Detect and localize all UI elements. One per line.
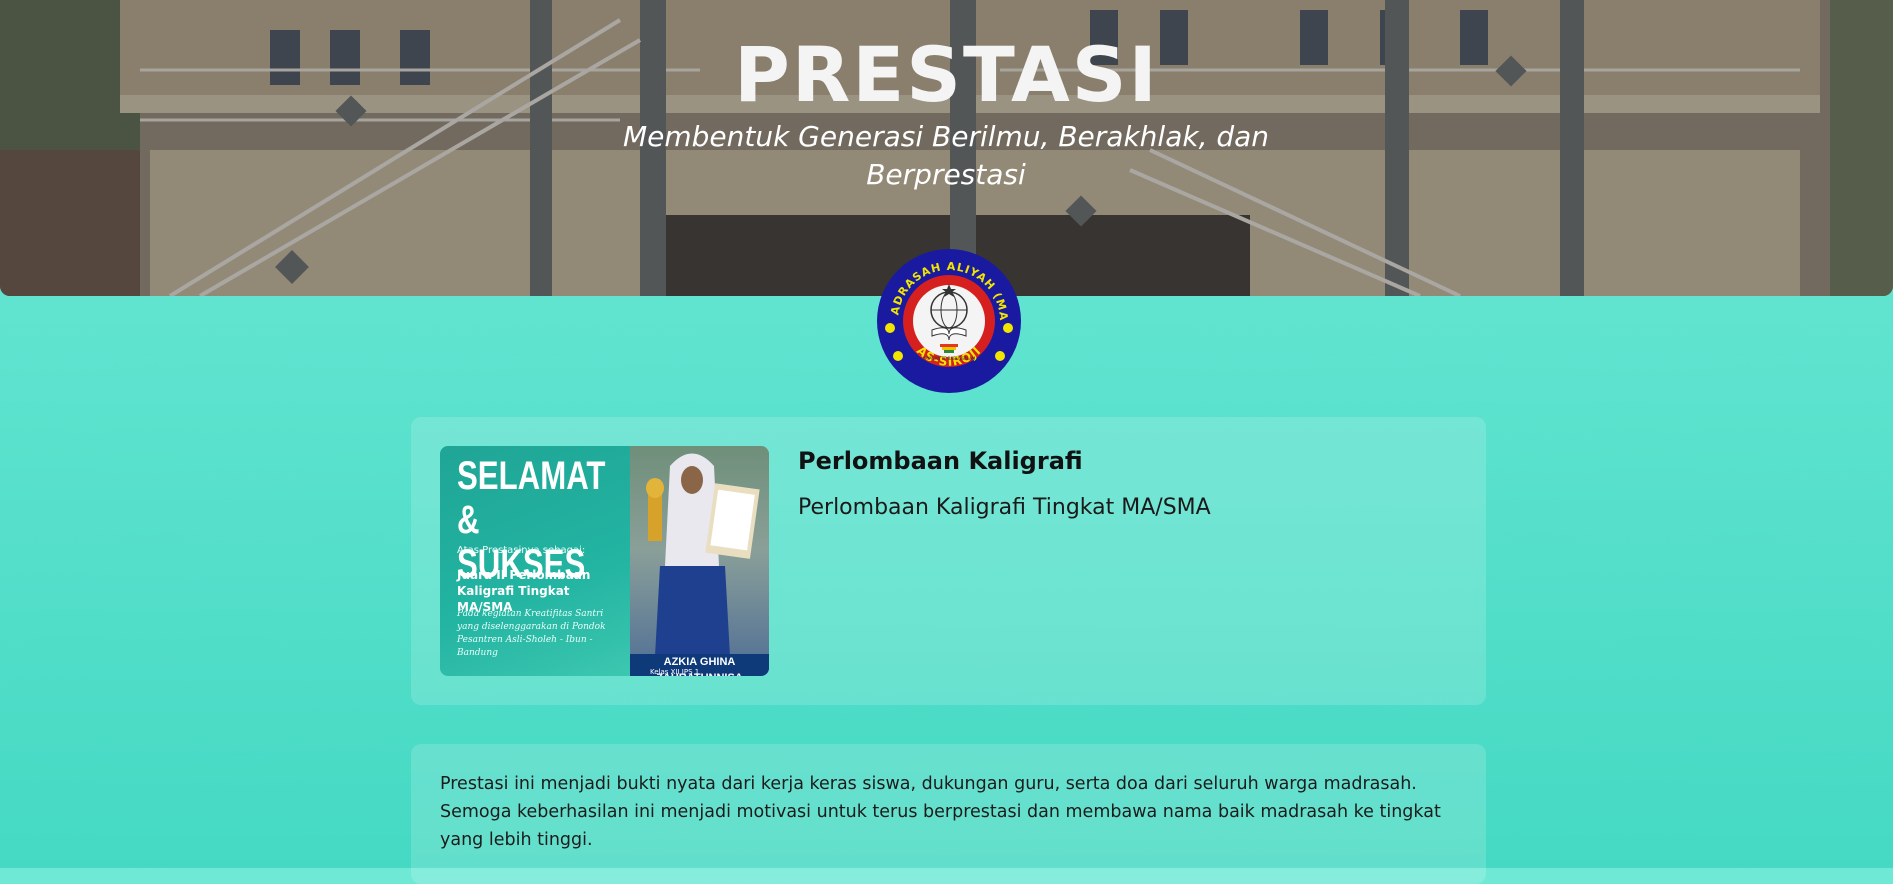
page-title: PRESTASI: [734, 30, 1159, 119]
achievement-description: Perlombaan Kaligrafi Tingkat MA/SMA: [798, 495, 1211, 520]
student-figure-icon: [646, 453, 760, 656]
achievement-card: SELAMAT & SUKSES Atas Prestasinya sebaga…: [411, 417, 1486, 705]
poster-note: Pada kegiatan Kreatifitas Santri yang di…: [457, 609, 606, 658]
achievement-title: Perlombaan Kaligrafi: [798, 447, 1083, 475]
poster-student-class: Kelas XII IPS 1: [650, 668, 700, 676]
closing-card: Prestasi ini menjadi bukti nyata dari ke…: [411, 744, 1486, 884]
achievement-poster[interactable]: SELAMAT & SUKSES Atas Prestasinya sebaga…: [440, 446, 769, 676]
closing-text: Prestasi ini menjadi bukti nyata dari ke…: [440, 774, 1441, 850]
logo-inner-text: YAYASAN PP BABUSSALAM: [922, 356, 976, 361]
school-logo: MADRASAH ALIYAH (MA) AS-SIROJI YAYASAN P…: [876, 248, 1021, 393]
page-subtitle: Membentuk Generasi Berilmu, Berakhlak, d…: [622, 120, 1270, 191]
student-photo: [630, 446, 769, 676]
poster-caption: Atas Prestasinya sebagai:: [457, 545, 586, 556]
